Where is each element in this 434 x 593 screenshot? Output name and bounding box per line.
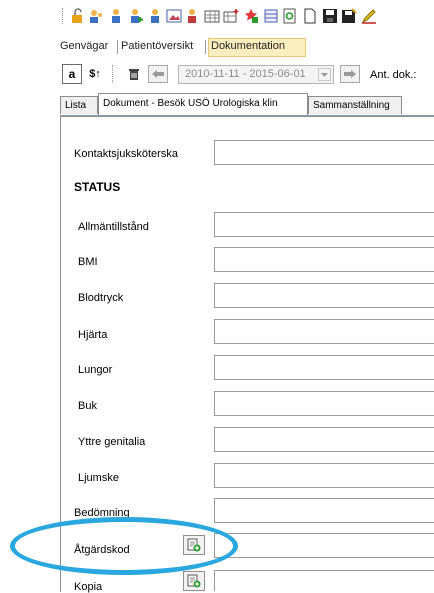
grid-add-icon[interactable] (223, 8, 239, 24)
atgardskod-field[interactable] (214, 533, 434, 558)
tab-dokument[interactable]: Dokument - Besök USÖ Urologiska klin (98, 93, 308, 115)
person-icon[interactable] (108, 8, 124, 24)
sort-button[interactable]: $↑ (85, 64, 105, 84)
yttre-genitalia-label: Yttre genitalia (78, 436, 146, 448)
save-alt-icon[interactable] (341, 8, 357, 24)
save-icon[interactable] (322, 8, 338, 24)
arrow-right-icon (344, 70, 356, 78)
main-toolbar (0, 0, 434, 33)
table-icon[interactable] (263, 8, 279, 24)
highlight-ellipse (10, 517, 238, 575)
buk-label: Buk (78, 400, 97, 412)
person-edit-icon[interactable] (185, 8, 201, 24)
bmi-field[interactable] (214, 247, 434, 272)
ljumske-label: Ljumske (78, 472, 119, 484)
menu-item-genvagar[interactable]: Genvägar (60, 40, 108, 52)
menu-separator (117, 40, 118, 54)
sort-label: $↑ (89, 68, 101, 80)
menu-item-dokumentation[interactable]: Dokumentation (211, 40, 285, 52)
lungor-label: Lungor (78, 364, 113, 376)
previous-button[interactable] (148, 65, 168, 83)
blank-page-icon[interactable] (302, 8, 318, 24)
kopia-label: Kopia (74, 581, 103, 593)
allmantillstand-label: Allmäntillstånd (78, 221, 149, 233)
bedomning-field[interactable] (214, 498, 434, 523)
kontaktsjukskoterska-field[interactable] (214, 140, 434, 165)
person-search-icon[interactable] (147, 8, 163, 24)
chevron-down-icon[interactable] (318, 68, 331, 81)
hjarta-label: Hjärta (78, 329, 108, 341)
buk-field[interactable] (214, 391, 434, 416)
blodtryck-label: Blodtryck (78, 292, 124, 304)
text-format-label: a (68, 67, 76, 81)
tab-lista[interactable]: Lista (60, 96, 98, 114)
lungor-field[interactable] (214, 355, 434, 380)
tab-sammanstallning[interactable]: Sammanställning (308, 96, 402, 114)
toolbar-divider (112, 65, 114, 83)
next-button[interactable] (340, 65, 360, 83)
grid-icon[interactable] (204, 8, 220, 24)
image-icon[interactable] (166, 8, 182, 24)
yttre-genitalia-field[interactable] (214, 427, 434, 452)
trash-icon[interactable] (128, 68, 140, 81)
patients-icon[interactable] (88, 8, 104, 24)
add-document-icon (187, 574, 201, 588)
person-add-icon[interactable] (128, 8, 144, 24)
kopia-add-button[interactable] (183, 571, 205, 591)
document-tabs: Lista Dokument - Besök USÖ Urologiska kl… (60, 93, 434, 116)
kontaktsjukskoterska-label: Kontaktsjuksköterska (74, 148, 178, 160)
ant-dok-label: Ant. dok.: (370, 69, 417, 81)
document-toolbar: a $↑ 2010-11-11 - 2015-06-01 Ant. dok.: (60, 62, 434, 88)
toolbar-grip[interactable] (62, 8, 65, 24)
blodtryck-field[interactable] (214, 283, 434, 308)
menu-item-patientoversikt[interactable]: Patientöversikt (121, 40, 193, 52)
allmantillstand-field[interactable] (214, 212, 434, 237)
kopia-field[interactable] (214, 570, 434, 591)
arrow-left-icon (152, 70, 164, 78)
date-range-value: 2010-11-11 - 2015-06-01 (185, 68, 306, 80)
unlock-icon[interactable] (70, 8, 86, 24)
status-heading: STATUS (74, 180, 121, 194)
date-range-select[interactable]: 2010-11-11 - 2015-06-01 (178, 65, 334, 84)
text-format-button[interactable]: a (62, 64, 82, 84)
refresh-icon[interactable] (282, 8, 298, 24)
ljumske-field[interactable] (214, 463, 434, 488)
hjarta-field[interactable] (214, 319, 434, 344)
bmi-label: BMI (78, 256, 98, 268)
star-grid-icon[interactable] (243, 8, 259, 24)
menu-bar: Genvägar Patientöversikt Dokumentation (0, 37, 434, 57)
pen-icon[interactable] (361, 8, 377, 24)
menu-separator (205, 40, 206, 54)
